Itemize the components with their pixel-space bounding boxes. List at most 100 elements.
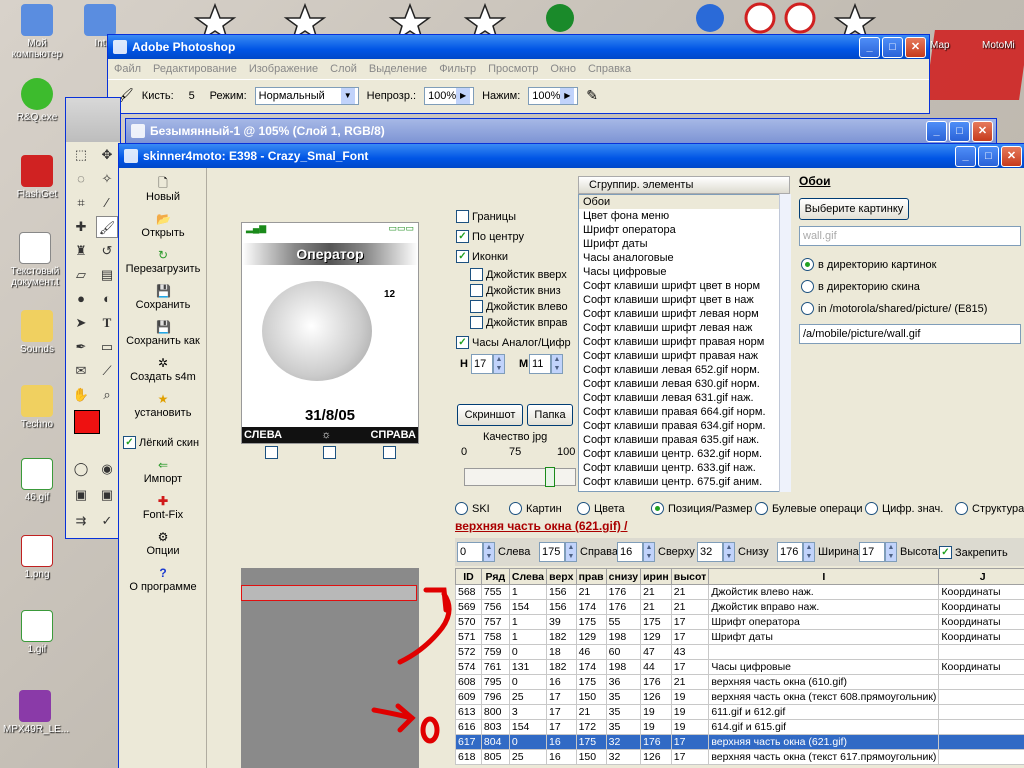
table-cell[interactable]: 800 (480, 704, 510, 720)
table-cell[interactable]: 21 (670, 584, 710, 600)
options-button[interactable]: ⚙ Опции (123, 530, 203, 557)
table-cell[interactable]: 198 (605, 629, 642, 645)
softkey-left[interactable]: СЛЕВА (244, 427, 282, 443)
wallpaper-path-field[interactable]: /a/mobile/picture/wall.gif (799, 324, 1021, 344)
radio-pictures-dir[interactable]: в директорию картинок (801, 258, 936, 271)
table-header-cell[interactable]: высот (670, 568, 710, 585)
spin-updown-icon[interactable]: ▲ ▼ (643, 542, 655, 562)
table-cell[interactable]: Координаты (938, 584, 1024, 600)
table-cell[interactable]: Координаты (938, 629, 1024, 645)
minute-spinner[interactable]: 11 ▲ ▼ (529, 354, 563, 374)
check-icon[interactable]: ✓ (96, 510, 118, 532)
table-header-cell[interactable]: снизу (605, 568, 642, 585)
bottom-spinner[interactable]: 32 ▲ ▼ Снизу (697, 542, 769, 562)
table-row[interactable]: 572 759 0 18 46 60 47 43 (455, 644, 1024, 660)
maximize-button[interactable]: □ (978, 146, 999, 167)
group-list-item[interactable]: Софт клавиши шрифт правая норм (579, 335, 789, 349)
table-cell[interactable]: 611.gif и 612.gif (708, 704, 940, 720)
import-button[interactable]: ⇐ Импорт (123, 458, 203, 485)
desktop-icon-rq[interactable]: R&Q.exe (5, 78, 69, 123)
table-cell[interactable]: 21 (575, 704, 607, 720)
history-brush-icon[interactable]: ↺ (96, 240, 118, 262)
mode-select[interactable]: Нормальный ▼ (254, 86, 359, 105)
menu-image[interactable]: Изображение (249, 63, 318, 75)
table-cell[interactable]: 46 (575, 644, 607, 660)
path-select-icon[interactable]: ➤ (70, 312, 92, 334)
table-cell[interactable]: 35 (605, 689, 642, 705)
table-cell[interactable]: 17 (545, 704, 577, 720)
table-cell[interactable]: 198 (605, 659, 642, 675)
table-cell[interactable]: 1 (508, 614, 547, 630)
table-cell[interactable]: 1 (508, 629, 547, 645)
blur-tool-icon[interactable]: ● (70, 288, 92, 310)
spin-updown-icon[interactable]: ▲ ▼ (723, 542, 735, 562)
left-spinner[interactable]: 0 ▲ ▼ Слева (457, 542, 530, 562)
table-cell[interactable]: 32 (605, 734, 642, 750)
table-cell[interactable]: верхняя часть окна (текст 608.прямоуголь… (708, 689, 940, 705)
table-cell[interactable]: 156 (545, 599, 577, 615)
table-row[interactable]: 570 757 1 39 175 55 175 17 Шрифт оператора Коорди… (455, 614, 1024, 630)
table-cell[interactable]: 55 (605, 614, 642, 630)
jump-to-imageready-icon[interactable]: ⇉ (70, 510, 92, 532)
group-list-scrollbar[interactable] (779, 194, 791, 492)
menu-filter[interactable]: Фильтр (439, 63, 476, 75)
desktop-icon-textdoc[interactable]: Текстовый документ.t (3, 232, 67, 288)
table-row[interactable]: 568 755 1 156 21 176 21 21 Джойстик влево наж. Ко… (455, 584, 1024, 600)
open-button[interactable]: 📂 Открыть (123, 212, 203, 239)
center-checkbox[interactable]: ✓ По центру (456, 230, 524, 243)
table-cell[interactable]: 174 (575, 659, 607, 675)
table-header-cell[interactable]: ирин (640, 568, 672, 585)
skinner-titlebar[interactable]: skinner4moto: E398 - Crazy_Smal_Font _ □ ✕ (119, 144, 1024, 168)
table-cell[interactable]: 758 (480, 629, 510, 645)
table-cell[interactable]: 21 (670, 674, 710, 690)
desktop-icon-mpx49r[interactable]: MPX49R_LE... (3, 690, 69, 735)
minimize-button[interactable]: _ (859, 37, 880, 58)
table-cell[interactable]: 35 (605, 719, 642, 735)
table-cell[interactable]: 18 (545, 644, 577, 660)
menu-help[interactable]: Справка (588, 63, 631, 75)
brush-tool-icon[interactable]: 🖌 (96, 216, 118, 238)
opacity-field[interactable]: 100% ▶ (424, 86, 475, 105)
table-cell[interactable]: 21 (640, 599, 672, 615)
group-list-item[interactable]: Софт клавиши центр. 675.gif аним. (579, 475, 789, 489)
menu-window[interactable]: Окно (550, 63, 576, 75)
group-list-item[interactable]: Софт клавиши левая 630.gif норм. (579, 377, 789, 391)
quickmask-mode-icon[interactable]: ◉ (96, 458, 118, 480)
desktop-icon-1png[interactable]: 1.png (5, 535, 69, 580)
magic-wand-icon[interactable]: ✧ (96, 168, 118, 190)
table-cell[interactable]: 47 (640, 644, 672, 660)
table-cell[interactable] (938, 749, 1024, 765)
hour-spinner[interactable]: 17 ▲ ▼ (471, 354, 505, 374)
spin-updown-icon[interactable]: ▲ ▼ (493, 354, 505, 374)
zoom-tool-icon[interactable]: ⌕ (96, 384, 118, 406)
table-cell[interactable]: 19 (670, 719, 710, 735)
slider-thumb[interactable] (545, 467, 555, 487)
tab-ski[interactable]: SKI (455, 502, 490, 515)
table-cell[interactable]: 43 (670, 644, 710, 660)
desktop-icon-46gif[interactable]: 46.gif (5, 458, 69, 503)
right-value[interactable]: 175 (539, 542, 565, 562)
table-cell[interactable]: 32 (605, 749, 642, 765)
table-cell[interactable]: верхняя часть окна (610.gif) (708, 674, 940, 690)
joy-right-checkbox[interactable]: Джойстик вправ (470, 316, 568, 329)
table-cell[interactable]: 150 (575, 689, 607, 705)
pen-tool-icon[interactable]: ✒ (70, 336, 92, 358)
group-list-item[interactable]: Софт клавиши правая 634.gif норм. (579, 419, 789, 433)
eyedropper-icon[interactable]: ⟋ (96, 360, 118, 382)
clock-checkbox[interactable]: ✓ Часы Аналог/Цифр (456, 336, 571, 349)
table-cell[interactable]: Координаты (938, 659, 1024, 675)
group-elements-list[interactable]: Обои Цвет фона меню Шрифт оператора Шрифт д… (578, 194, 790, 492)
crop-tool-icon[interactable]: ⌗ (70, 192, 92, 214)
lock-checkbox[interactable]: ✓ Закрепить (939, 546, 1008, 559)
table-cell[interactable]: 129 (575, 629, 607, 645)
airbrush-icon[interactable]: ✎ (586, 87, 598, 104)
table-cell[interactable]: 19 (640, 719, 672, 735)
brush-size[interactable]: 5 (182, 90, 202, 102)
table-cell[interactable]: 154 (508, 599, 547, 615)
screenshot-button[interactable]: Скриншот (457, 404, 523, 426)
table-cell[interactable]: 804 (480, 734, 510, 750)
table-cell[interactable] (938, 719, 1024, 735)
table-cell[interactable]: 25 (508, 689, 547, 705)
softkey-left-checkbox[interactable] (265, 446, 278, 459)
table-cell[interactable]: 126 (640, 689, 672, 705)
